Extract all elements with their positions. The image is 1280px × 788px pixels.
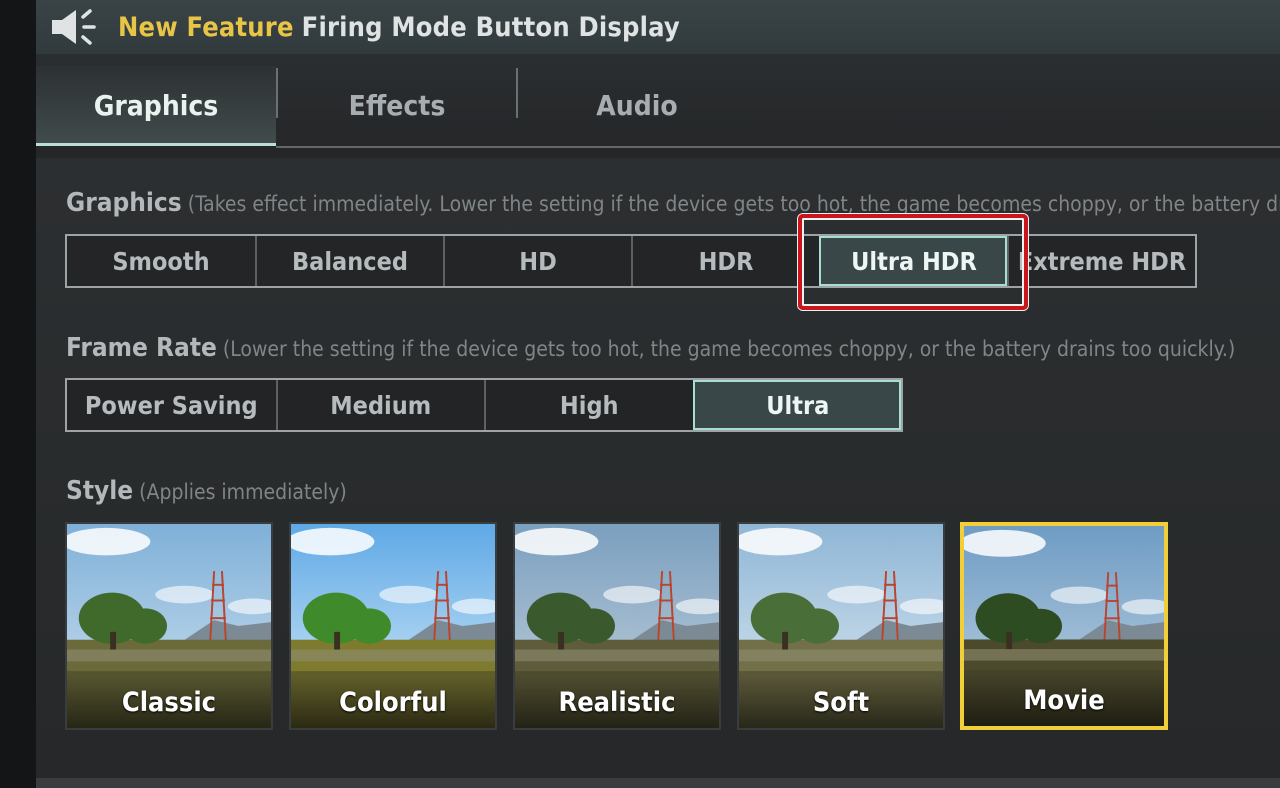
style-card-movie[interactable]: Movie <box>960 522 1168 730</box>
frame-rate-title: Frame Rate <box>66 333 217 363</box>
announcement-highlight: New Feature <box>118 11 294 43</box>
announcement-bar: New Feature Firing Mode Button Display <box>36 0 1280 54</box>
style-card-colorful[interactable]: Colorful <box>289 522 497 730</box>
graphics-option-smooth[interactable]: Smooth <box>67 236 255 286</box>
settings-tabs: Graphics Effects Audio <box>36 54 1280 158</box>
style-card-classic[interactable]: Classic <box>65 522 273 730</box>
style-label-colorful: Colorful <box>291 676 495 728</box>
graphics-title: Graphics <box>66 188 182 218</box>
bottom-strip <box>36 778 1280 788</box>
graphics-note: (Takes effect immediately. Lower the set… <box>187 192 1280 216</box>
speaker-icon <box>52 9 96 45</box>
graphics-option-balanced[interactable]: Balanced <box>255 236 443 286</box>
tab-effects[interactable]: Effects <box>278 66 516 144</box>
frame-rate-selector: Power Saving Medium High Ultra <box>65 378 903 432</box>
style-label-classic: Classic <box>67 676 271 728</box>
frame-rate-option-ultra[interactable]: Ultra <box>692 380 901 430</box>
graphics-section-title: Graphics (Takes effect immediately. Lower… <box>66 188 1280 218</box>
frame-rate-option-high[interactable]: High <box>484 380 693 430</box>
graphics-option-hdr[interactable]: HDR <box>631 236 819 286</box>
style-label-soft: Soft <box>739 676 943 728</box>
style-card-soft[interactable]: Soft <box>737 522 945 730</box>
left-rail <box>0 0 36 788</box>
style-section-title: Style (Applies immediately) <box>66 476 347 506</box>
frame-rate-option-power-saving[interactable]: Power Saving <box>67 380 276 430</box>
style-title: Style <box>66 476 134 506</box>
announcement-text: New Feature Firing Mode Button Display <box>118 12 680 43</box>
style-note: (Applies immediately) <box>139 480 347 504</box>
tab-audio[interactable]: Audio <box>518 66 756 144</box>
style-label-movie: Movie <box>964 674 1164 726</box>
announcement-message: Firing Mode Button Display <box>301 11 680 43</box>
graphics-option-hd[interactable]: HD <box>443 236 631 286</box>
frame-rate-section-title: Frame Rate (Lower the setting if the devi… <box>66 333 1235 363</box>
frame-rate-option-medium[interactable]: Medium <box>275 380 485 430</box>
tab-graphics[interactable]: Graphics <box>36 66 276 146</box>
tabs-underline <box>276 146 1280 148</box>
style-card-realistic[interactable]: Realistic <box>513 522 721 730</box>
style-label-realistic: Realistic <box>515 676 719 728</box>
annotation-highlight-box <box>798 214 1028 310</box>
graphics-option-extreme-hdr[interactable]: Extreme HDR <box>1007 236 1195 286</box>
frame-rate-note: (Lower the setting if the device gets to… <box>222 337 1236 361</box>
